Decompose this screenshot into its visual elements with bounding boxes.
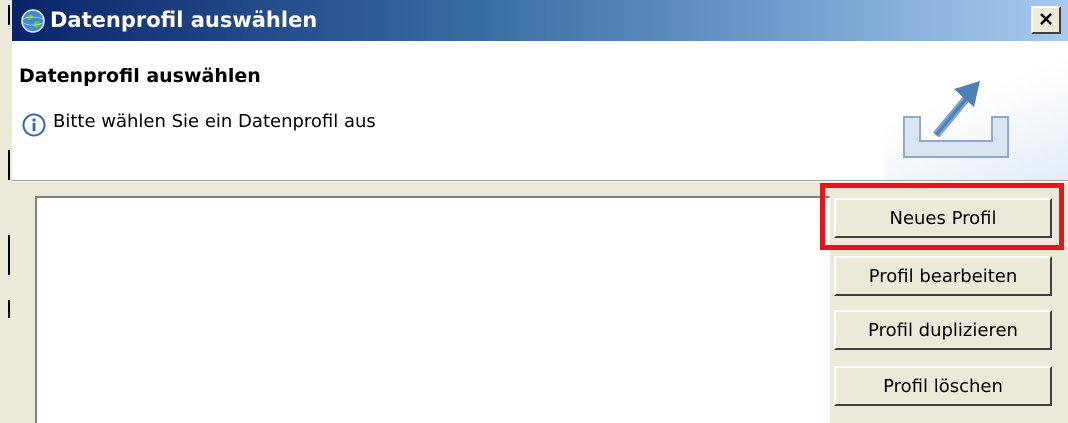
window-title: Datenprofil auswählen [50, 8, 318, 32]
page-heading: Datenprofil auswählen [19, 65, 261, 87]
wizard-graphic [884, 41, 1068, 180]
dialog-window: Datenprofil auswählen Datenprofil auswäh… [12, 0, 1068, 423]
title-bar[interactable]: Datenprofil auswählen [12, 0, 1068, 41]
highlight-frame [820, 183, 1064, 250]
banner-divider [12, 181, 1068, 182]
close-button[interactable] [1031, 6, 1061, 34]
export-tray-icon [896, 69, 1016, 173]
header-banner: Datenprofil auswählen Bitte wählen Sie e… [12, 41, 1068, 181]
edge-mark [8, 300, 10, 318]
edit-profile-button[interactable]: Profil bearbeiten [834, 256, 1052, 296]
edge-mark [8, 5, 10, 25]
delete-profile-button[interactable]: Profil löschen [834, 366, 1052, 406]
close-icon [1039, 11, 1053, 30]
profile-list[interactable] [35, 196, 830, 423]
edge-mark [8, 235, 10, 275]
edge-mark [8, 150, 10, 180]
globe-icon [20, 8, 46, 34]
duplicate-profile-button[interactable]: Profil duplizieren [834, 310, 1052, 350]
info-message: Bitte wählen Sie ein Datenprofil aus [53, 111, 376, 132]
info-icon [22, 113, 46, 137]
